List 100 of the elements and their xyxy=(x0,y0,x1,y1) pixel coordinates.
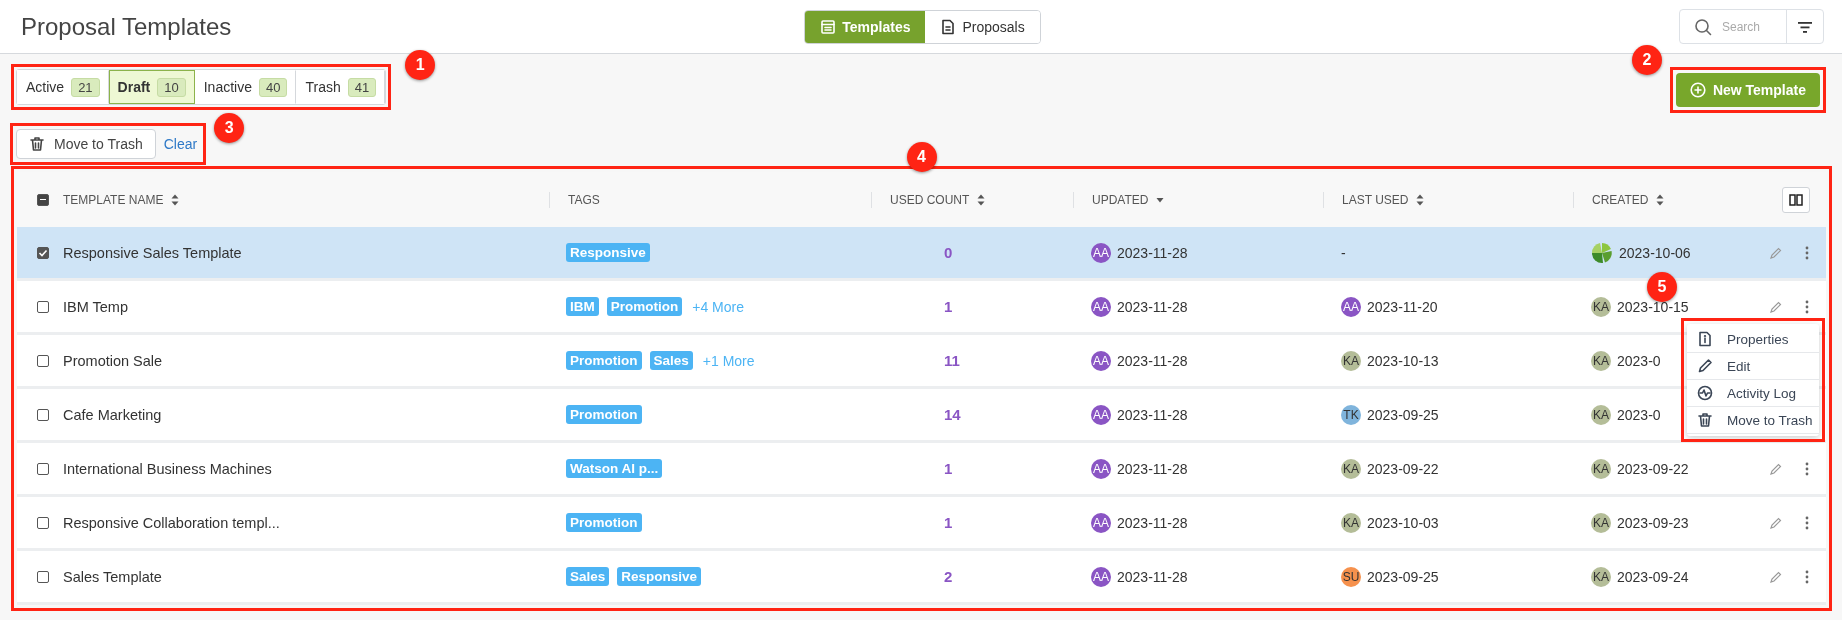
more-icon[interactable] xyxy=(1805,245,1809,260)
column-header[interactable]: TEMPLATE NAME xyxy=(63,192,164,207)
column-header[interactable]: UPDATED xyxy=(1092,192,1149,207)
user-avatar: AA xyxy=(1091,404,1111,425)
date-text: - xyxy=(1341,244,1346,261)
document-icon xyxy=(940,18,957,35)
tag: Promotion xyxy=(566,405,642,424)
tag: Responsive xyxy=(617,567,702,586)
pencil-icon[interactable] xyxy=(1769,461,1783,476)
pencil-icon[interactable] xyxy=(1769,569,1783,584)
menu-item[interactable]: Move to Trash xyxy=(1687,407,1819,434)
menu-item[interactable]: Activity Log xyxy=(1687,380,1819,407)
column-header[interactable]: USED COUNT xyxy=(890,192,970,207)
user-avatar: AA xyxy=(1091,566,1111,587)
user-avatar: SU xyxy=(1341,566,1361,587)
date-text: 2023-11-28 xyxy=(1117,298,1188,315)
status-tab[interactable]: Active 21 xyxy=(17,70,109,104)
date-text: 2023-09-25 xyxy=(1367,568,1439,585)
template-name[interactable]: Promotion Sale xyxy=(63,352,549,369)
template-name[interactable]: International Business Machines xyxy=(63,460,549,477)
more-icon[interactable] xyxy=(1805,569,1809,584)
date-text: 2023-11-28 xyxy=(1117,514,1188,531)
user-avatar: KA xyxy=(1591,458,1611,479)
callout-badge: 1 xyxy=(405,50,436,80)
user-avatar: KA xyxy=(1341,350,1361,371)
tag: Promotion xyxy=(566,351,642,370)
column-header[interactable]: LAST USED xyxy=(1342,192,1409,207)
columns-icon xyxy=(1789,193,1803,206)
user-avatar: TK xyxy=(1341,404,1361,425)
tag: IBM xyxy=(566,297,599,316)
menu-item[interactable]: Properties xyxy=(1687,326,1819,353)
tag: Sales xyxy=(649,351,693,370)
user-avatar: KA xyxy=(1591,512,1611,533)
used-count: 0 xyxy=(943,244,954,261)
template-name[interactable]: Responsive Sales Template xyxy=(63,244,549,261)
callout-badge: 4 xyxy=(906,142,937,172)
row-checkbox[interactable] xyxy=(37,570,49,583)
date-text: 2023-11-28 xyxy=(1117,406,1188,423)
count-badge: 21 xyxy=(71,77,100,97)
column-header[interactable]: TAGS xyxy=(568,192,600,207)
user-avatar: AA xyxy=(1091,242,1111,263)
plus-circle-icon xyxy=(1689,82,1706,98)
tag: Promotion xyxy=(606,297,683,316)
columns-button[interactable] xyxy=(1782,186,1810,213)
user-avatar: KA xyxy=(1591,296,1611,317)
used-count: 14 xyxy=(943,406,962,423)
activity-icon xyxy=(1697,385,1713,401)
count-badge: 41 xyxy=(347,77,377,97)
date-text: 2023-11-28 xyxy=(1117,244,1188,261)
date-text: 2023-11-28 xyxy=(1117,460,1188,477)
date-text: 2023-09-22 xyxy=(1617,460,1689,477)
row-checkbox[interactable] xyxy=(37,300,49,313)
user-avatar: KA xyxy=(1591,404,1611,425)
select-all-checkbox[interactable] xyxy=(37,193,49,206)
date-text: 2023-11-28 xyxy=(1117,568,1188,585)
user-avatar: AA xyxy=(1091,350,1111,371)
tag: Responsive xyxy=(566,243,650,262)
info-document-icon xyxy=(1697,331,1713,347)
row-checkbox[interactable] xyxy=(37,462,49,475)
date-text: 2023-0 xyxy=(1617,406,1661,423)
template-name[interactable]: Sales Template xyxy=(63,568,549,585)
move-to-trash-button[interactable]: Move to Trash xyxy=(16,129,156,159)
date-text: 2023-0 xyxy=(1617,352,1661,369)
date-text: 2023-09-22 xyxy=(1367,460,1439,477)
filter-icon xyxy=(1797,19,1813,34)
status-tab[interactable]: Draft 10 xyxy=(108,70,195,104)
count-badge: 10 xyxy=(157,77,186,97)
template-name[interactable]: IBM Temp xyxy=(63,298,549,315)
used-count: 1 xyxy=(943,298,954,315)
tag: Promotion xyxy=(566,513,642,532)
menu-item[interactable]: Edit xyxy=(1687,353,1819,380)
template-icon xyxy=(820,18,837,35)
callout-badge: 3 xyxy=(214,113,245,143)
row-checkbox[interactable] xyxy=(37,516,49,529)
row-checkbox[interactable] xyxy=(37,354,49,367)
column-header[interactable]: CREATED xyxy=(1592,192,1649,207)
tag: Watson AI p... xyxy=(566,459,663,478)
used-count: 2 xyxy=(943,568,954,585)
pencil-icon[interactable] xyxy=(1769,515,1783,530)
date-text: 2023-09-25 xyxy=(1367,406,1439,423)
count-badge: 40 xyxy=(259,77,288,97)
clear-link[interactable]: Clear xyxy=(160,136,201,152)
date-text: 2023-10-06 xyxy=(1619,244,1691,261)
pencil-icon xyxy=(1697,358,1713,374)
more-icon[interactable] xyxy=(1805,299,1809,314)
user-avatar: AA xyxy=(1091,512,1111,533)
tag: Sales xyxy=(566,567,610,586)
page-title: Proposal Templates xyxy=(21,12,233,41)
row-checkbox[interactable] xyxy=(37,408,49,421)
template-name[interactable]: Responsive Collaboration templ... xyxy=(63,514,549,531)
more-icon[interactable] xyxy=(1805,515,1809,530)
date-text: 2023-09-24 xyxy=(1617,568,1689,585)
template-name[interactable]: Cafe Marketing xyxy=(63,406,549,423)
date-text: 2023-10-13 xyxy=(1367,352,1439,369)
pencil-icon[interactable] xyxy=(1769,299,1783,314)
more-icon[interactable] xyxy=(1805,461,1809,476)
user-avatar: KA xyxy=(1341,458,1361,479)
date-text: 2023-11-20 xyxy=(1367,298,1438,315)
user-avatar: KA xyxy=(1591,350,1611,371)
row-checkbox[interactable] xyxy=(37,246,49,259)
